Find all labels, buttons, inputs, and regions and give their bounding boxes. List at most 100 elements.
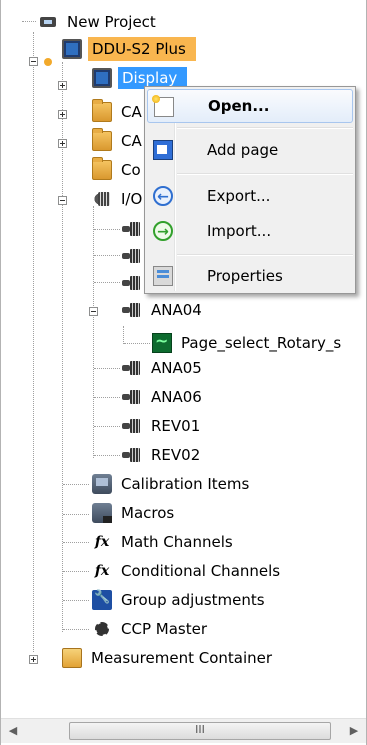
page-icon [152,331,172,353]
tree-item-label: Measurement Container [91,649,273,667]
tree-line [94,368,120,369]
tree-item-rev01[interactable]: REV01 [122,413,203,439]
tree-item-label: CA [121,132,142,150]
menu-item-label: Import... [207,222,272,240]
tree-line [63,600,89,601]
tree-line [22,21,36,22]
folder-icon [92,99,112,122]
tree-line [63,542,89,543]
tree-item-calibration[interactable]: Calibration Items [92,471,252,497]
tree-line [94,455,120,456]
wrench-icon [92,590,112,610]
menu-item-label: Add page [207,141,279,159]
add-page-icon [153,140,173,160]
function-icon: fx [94,534,110,550]
scrollbar-thumb[interactable]: III [69,722,331,740]
collapse-toggle[interactable] [29,57,38,66]
folder-icon [92,128,112,151]
expand-toggle[interactable] [58,139,67,148]
tree-item-ana06[interactable]: ANA06 [122,384,205,410]
tree-item-label: Conditional Channels [121,562,281,580]
tree-line [33,32,34,652]
export-icon: ← [153,186,173,206]
tree-line [63,514,89,515]
tree-item-label: New Project [67,13,156,31]
tree-item-label: Calibration Items [121,475,250,493]
tree-item-label: Co [121,161,141,179]
menu-item-label: Export... [207,187,271,205]
tree-item-rev02[interactable]: REV02 [122,442,203,468]
menu-separator [177,127,353,129]
container-icon [62,648,82,668]
scroll-right-button[interactable]: ▶ [344,719,364,743]
horizontal-scrollbar[interactable]: ◀ III ▶ [1,718,366,743]
tree-item-ana05[interactable]: ANA05 [122,355,205,381]
tree-line [94,229,120,230]
menu-item-label: Open... [208,97,270,115]
menu-item-import[interactable]: → Import... [147,214,353,248]
tree-item-page-select[interactable]: Page_select_Rotary_s [152,330,344,356]
function-icon: fx [94,563,110,579]
tree-line [123,326,124,344]
expand-toggle[interactable] [58,81,67,90]
folder-icon [92,157,112,180]
menu-separator [177,254,353,256]
expand-toggle[interactable] [58,110,67,119]
menu-item-properties[interactable]: Properties [147,259,353,293]
expand-toggle[interactable] [29,655,38,664]
context-menu: Open... Add page ← Export... → Import...… [144,86,356,294]
tree-item-label: ANA06 [151,388,202,406]
signal-icon [122,219,142,239]
tree-line [63,629,89,630]
signal-icon [122,445,142,465]
tree-line [94,397,120,398]
tree-item-label: Group adjustments [121,591,265,609]
tree-item-math-channels[interactable]: fx Math Channels [92,529,236,555]
tree-line [94,282,120,283]
tree-line [94,255,120,256]
tree-item-co[interactable]: Co [92,157,144,183]
display-icon [92,68,112,88]
menu-item-export[interactable]: ← Export... [147,179,353,213]
collapse-toggle[interactable] [58,196,67,205]
tree-item-label: Page_select_Rotary_s [181,334,342,352]
menu-item-label: Properties [207,267,283,285]
tree-item-ana04[interactable]: ANA04 [122,297,205,323]
tree-item-ccp-master[interactable]: CCP Master [92,616,210,642]
tree-item-conditional-channels[interactable]: fx Conditional Channels [92,558,283,584]
tree-item-label: Math Channels [121,533,233,551]
tree-line [63,484,89,485]
menu-separator [177,173,353,175]
status-dot-icon [44,58,52,66]
signal-icon [122,416,142,436]
signal-icon [122,300,142,320]
tree-line [94,426,120,427]
tree-item-label: Macros [121,504,175,522]
collapse-toggle[interactable] [89,307,98,316]
menu-item-open[interactable]: Open... [147,89,353,123]
calibration-icon [92,474,112,494]
project-icon [38,12,58,32]
tree-line [63,571,89,572]
menu-item-add-page[interactable]: Add page [147,133,353,167]
tree-item-new-project[interactable]: New Project [38,9,159,35]
tree-item-ca-2[interactable]: CA [92,128,145,154]
tree-item-ca-1[interactable]: CA [92,99,145,125]
tree-item-label: REV01 [151,417,201,435]
signal-icon [122,358,142,378]
import-icon: → [153,221,173,241]
signal-icon [122,387,142,407]
device-icon [62,39,82,59]
tree-item-macros[interactable]: Macros [92,500,177,526]
signal-icon [122,246,142,266]
tree-item-io[interactable]: I/O [92,186,145,212]
tree-item-measurement-container[interactable]: Measurement Container [62,645,275,671]
tree-item-group-adjustments[interactable]: Group adjustments [92,587,268,613]
properties-icon [153,266,173,286]
tree-line [93,206,94,458]
signal-icon [122,273,142,293]
tree-item-label: ANA05 [151,359,202,377]
scroll-left-button[interactable]: ◀ [3,719,23,743]
tree-item-device[interactable]: DDU-S2 Plus [62,36,196,62]
tree-item-label: CA [121,103,142,121]
